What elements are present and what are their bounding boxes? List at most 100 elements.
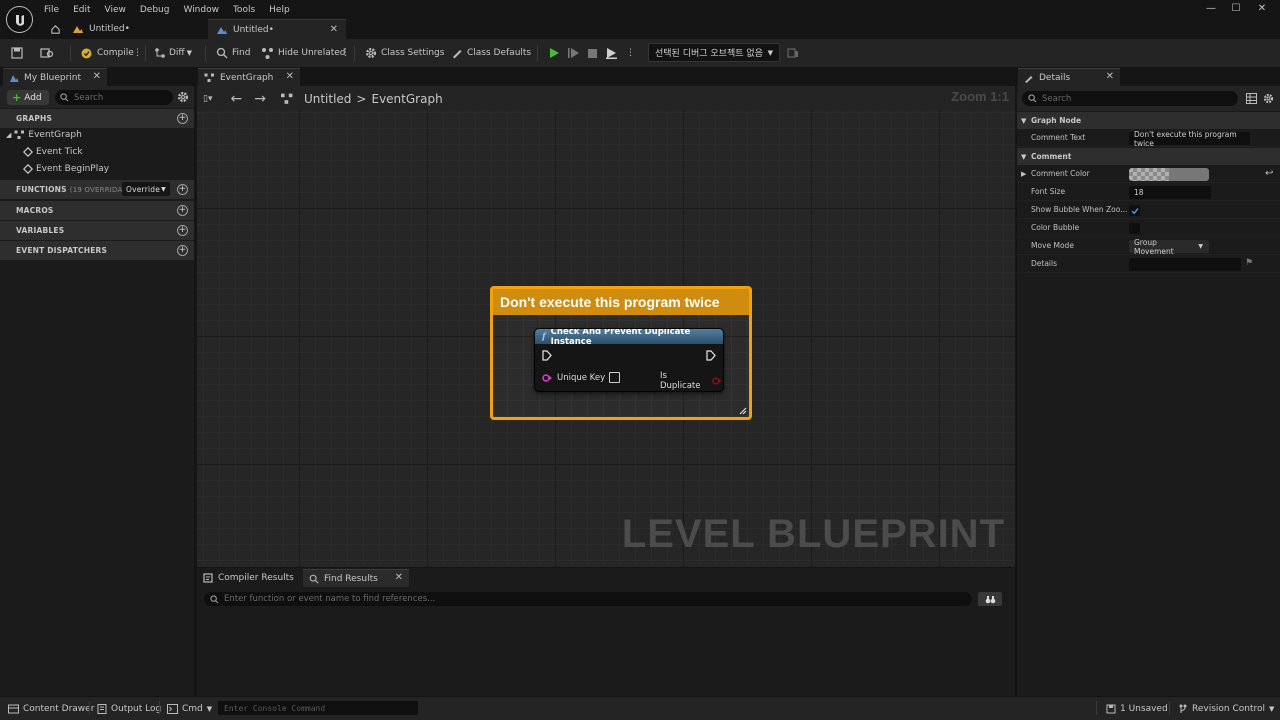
compiler-results-tab[interactable]: Compiler Results <box>197 569 302 587</box>
show-bubble-checkbox[interactable] <box>1129 205 1140 216</box>
font-size-input[interactable]: 18 <box>1129 186 1211 199</box>
comment-color-swatch[interactable] <box>1129 168 1209 181</box>
exec-output-pin-icon[interactable] <box>706 350 716 361</box>
doc-tab-untitled-level[interactable]: Untitled• <box>68 19 208 39</box>
menu-debug[interactable]: Debug <box>140 5 170 15</box>
functions-category[interactable]: FUNCTIONS (19 OVERRIDABLE) Override ▼ + <box>0 180 194 199</box>
details-tab[interactable]: Details ✕ <box>1018 68 1120 86</box>
minimize-icon[interactable]: — <box>1204 3 1218 17</box>
maximize-icon[interactable]: ☐ <box>1229 3 1243 17</box>
menu-tools[interactable]: Tools <box>233 5 255 15</box>
content-drawer-button[interactable]: Content Drawer <box>8 702 94 716</box>
add-label: Add <box>24 92 42 103</box>
close-window-icon[interactable]: ✕ <box>1255 3 1269 17</box>
comment-node[interactable]: Don't execute this program twice f Check… <box>490 286 752 420</box>
browse-icon[interactable] <box>40 45 54 61</box>
tree-item-event-beginplay[interactable]: Event BeginPlay <box>23 164 109 174</box>
step-button[interactable] <box>567 45 580 61</box>
close-panel-icon[interactable]: ✕ <box>1106 71 1114 82</box>
binoculars-button[interactable] <box>978 592 1002 606</box>
debug-filter-icon[interactable] <box>787 45 799 61</box>
menu-window[interactable]: Window <box>183 5 219 15</box>
revision-control-button[interactable]: Revision Control ▼ <box>1178 702 1274 716</box>
override-dropdown[interactable]: Override ▼ <box>122 182 170 196</box>
close-panel-icon[interactable]: ✕ <box>93 71 101 82</box>
flag-icon[interactable]: ⚑ <box>1245 258 1253 268</box>
tree-item-event-tick[interactable]: Event Tick <box>23 147 83 157</box>
find-references-input[interactable]: Enter function or event name to find ref… <box>204 592 972 606</box>
close-tab-icon[interactable]: ✕ <box>395 572 403 583</box>
event-dispatchers-category[interactable]: EVENT DISPATCHERS + <box>0 241 194 260</box>
debug-object-select[interactable]: 선택된 디버그 오브젝트 없음 ▼ <box>648 43 780 62</box>
eventgraph-tab[interactable]: EventGraph ✕ <box>198 68 300 86</box>
diff-button[interactable]: Diff ▼ <box>154 45 192 61</box>
add-variable-icon[interactable]: + <box>177 225 188 236</box>
unreal-logo-icon[interactable] <box>6 6 33 33</box>
forward-arrow-icon[interactable]: → <box>254 91 266 107</box>
compile-options-icon[interactable]: ⋮ <box>133 45 142 61</box>
is-duplicate-pin[interactable]: Is Duplicate <box>660 371 723 391</box>
add-graph-icon[interactable]: + <box>177 113 188 124</box>
doc-tab-untitled-blueprint[interactable]: Untitled• ✕ <box>208 19 346 39</box>
breadcrumb-leaf[interactable]: EventGraph <box>371 92 442 106</box>
my-blueprint-tab[interactable]: My Blueprint ✕ <box>3 68 107 86</box>
menu-view[interactable]: View <box>105 5 126 15</box>
menu-file[interactable]: File <box>44 5 59 15</box>
blueprint-search-input[interactable]: Search <box>55 90 173 105</box>
close-tab-icon[interactable]: ✕ <box>330 24 338 35</box>
details-settings-gear-icon[interactable] <box>1263 93 1274 104</box>
graphs-category[interactable]: GRAPHS + <box>0 109 194 128</box>
details-input[interactable] <box>1129 258 1241 271</box>
details-search-input[interactable]: Search <box>1022 91 1238 106</box>
add-macro-icon[interactable]: + <box>177 205 188 216</box>
color-bubble-checkbox[interactable] <box>1129 223 1140 234</box>
resize-handle-icon[interactable] <box>739 407 747 415</box>
class-settings-label: Class Settings <box>381 48 445 58</box>
graph-node-section[interactable]: ▼ Graph Node <box>1017 112 1280 129</box>
macros-category[interactable]: MACROS + <box>0 201 194 220</box>
move-mode-dropdown[interactable]: Group Movement ▼ <box>1129 237 1209 256</box>
compile-button[interactable]: Compile <box>80 45 134 61</box>
hide-options-icon[interactable]: ⋮ <box>341 45 350 61</box>
graph-canvas[interactable]: Zoom 1:1 LEVEL BLUEPRINT Don't execute t… <box>197 89 1015 567</box>
find-results-tab[interactable]: Find Results ✕ <box>303 569 409 587</box>
add-function-icon[interactable]: + <box>177 184 188 195</box>
add-button[interactable]: + Add <box>7 90 49 105</box>
function-node-check-duplicate[interactable]: f Check And Prevent Duplicate Instance U… <box>534 328 724 392</box>
unsaved-button[interactable]: 1 Unsaved <box>1106 702 1168 716</box>
details-tab-label: Details <box>1039 72 1071 83</box>
unique-key-input-box[interactable] <box>609 372 621 383</box>
home-tab[interactable] <box>44 19 66 39</box>
reset-arrow-icon[interactable]: ↩ <box>1265 168 1273 179</box>
simulate-button[interactable] <box>605 45 618 61</box>
output-log-button[interactable]: Output Log <box>97 702 161 716</box>
class-defaults-button[interactable]: Class Defaults <box>451 45 531 61</box>
comment-section[interactable]: ▼ Comment <box>1017 148 1280 165</box>
bookmark-icon[interactable]: ▯▾ <box>203 94 212 104</box>
move-mode-value: Group Movement <box>1134 237 1174 256</box>
table-view-icon[interactable] <box>1246 93 1257 104</box>
cmd-dropdown[interactable]: Cmd ▼ <box>167 702 212 716</box>
find-button[interactable]: Find <box>216 45 250 61</box>
blueprint-settings-gear-icon[interactable] <box>177 91 189 103</box>
menu-edit[interactable]: Edit <box>73 5 90 15</box>
breadcrumb-root[interactable]: Untitled <box>304 92 351 106</box>
exec-input-pin-icon[interactable] <box>542 350 552 361</box>
expand-arrow-icon[interactable]: ▶ <box>1021 170 1026 178</box>
unique-key-pin[interactable]: Unique Key <box>542 372 621 383</box>
play-options-icon[interactable]: ⋮ <box>626 45 635 61</box>
comment-text-input[interactable]: Don't execute this program twice <box>1129 130 1250 148</box>
class-settings-button[interactable]: Class Settings <box>365 45 444 61</box>
add-dispatcher-icon[interactable]: + <box>177 245 188 256</box>
tree-item-eventgraph[interactable]: ◢ EventGraph <box>6 130 82 140</box>
hide-unrelated-button[interactable]: Hide Unrelated <box>261 45 346 61</box>
stop-button[interactable] <box>587 45 598 61</box>
comment-title[interactable]: Don't execute this program twice <box>493 289 749 315</box>
menu-help[interactable]: Help <box>269 5 290 15</box>
close-tab-icon[interactable]: ✕ <box>286 71 294 82</box>
variables-category[interactable]: VARIABLES + <box>0 221 194 240</box>
console-command-input[interactable]: Enter Console Command <box>218 701 418 715</box>
back-arrow-icon[interactable]: ← <box>230 91 242 107</box>
play-button[interactable] <box>548 45 560 61</box>
save-icon[interactable] <box>11 45 23 61</box>
